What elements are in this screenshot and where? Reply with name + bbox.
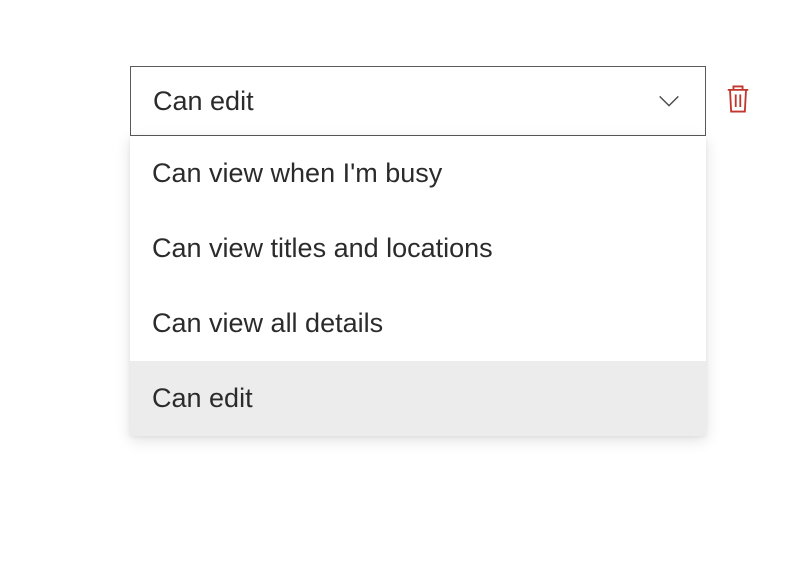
delete-button[interactable] [722, 85, 754, 117]
chevron-down-icon [653, 85, 685, 117]
option-label: Can edit [152, 383, 253, 414]
permission-dropdown: Can view when I'm busy Can view titles a… [130, 136, 706, 436]
option-view-titles-locations[interactable]: Can view titles and locations [130, 211, 706, 286]
permission-select[interactable]: Can edit [130, 66, 706, 136]
option-label: Can view all details [152, 308, 383, 339]
permission-select-value: Can edit [153, 86, 254, 117]
option-label: Can view when I'm busy [152, 158, 442, 189]
option-view-busy[interactable]: Can view when I'm busy [130, 136, 706, 211]
option-view-all-details[interactable]: Can view all details [130, 286, 706, 361]
option-can-edit[interactable]: Can edit [130, 361, 706, 436]
option-label: Can view titles and locations [152, 233, 493, 264]
trash-icon [724, 83, 752, 120]
